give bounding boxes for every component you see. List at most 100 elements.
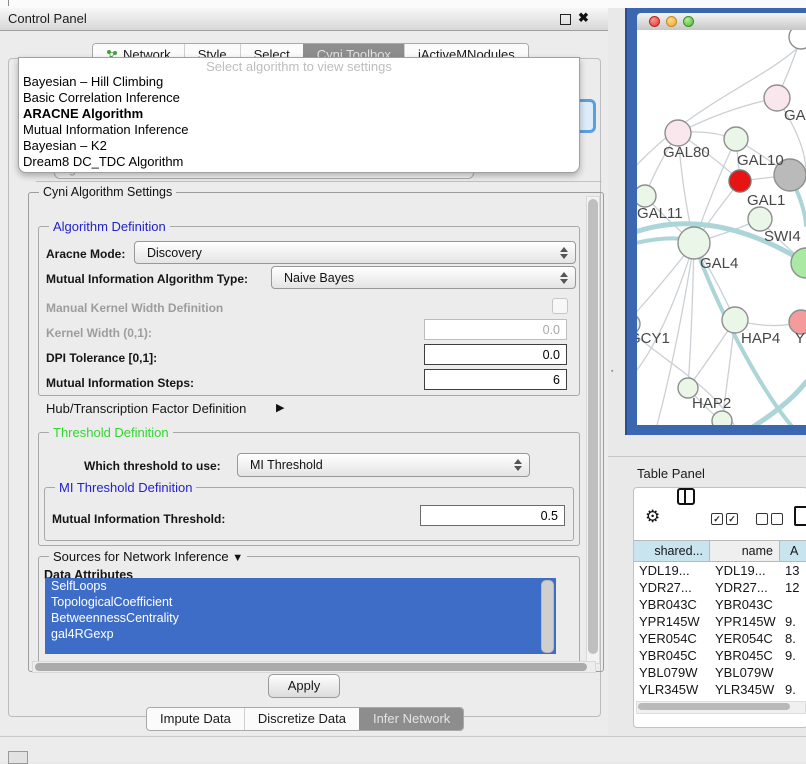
file-icon[interactable] <box>794 506 806 526</box>
network-window-titlebar[interactable] <box>637 13 806 31</box>
mi-type-combo[interactable]: Naive Bayes <box>271 266 576 289</box>
close-icon[interactable]: ✖ <box>578 10 589 26</box>
column-header-partial[interactable]: A <box>780 541 806 561</box>
algorithm-option[interactable]: Mutual Information Inference <box>19 122 579 138</box>
unchecked-box-icon[interactable] <box>756 513 768 525</box>
node-gal10[interactable] <box>724 127 748 151</box>
attribute-item[interactable]: SelfLoops <box>45 578 556 594</box>
cell: YDR27... <box>710 579 780 596</box>
hub-section-label[interactable]: Hub/Transcription Factor Definition <box>46 401 246 416</box>
kernel-width-field[interactable]: 0.0 <box>424 319 567 340</box>
node-label: GCY1 <box>637 330 670 347</box>
scrollbar-thumb[interactable] <box>588 199 598 654</box>
mi-steps-field[interactable]: 6 <box>424 369 567 390</box>
table-row[interactable]: YBR043CYBR043C <box>634 596 806 613</box>
node-gal11[interactable] <box>637 185 656 207</box>
tab-impute-data[interactable]: Impute Data <box>147 708 244 730</box>
network-view[interactable]: GAL GAL80 GAL10 GAL1 GAL11 SWI4 GAL4 GCY… <box>637 30 806 425</box>
table-row[interactable]: YER054CYER054C8. <box>634 630 806 647</box>
minimize-traffic-light-icon[interactable] <box>666 16 677 27</box>
cell: YLR345W <box>634 681 710 698</box>
node-label: GAL1 <box>747 192 785 209</box>
columns-icon[interactable] <box>677 488 695 505</box>
cell: YDL19... <box>710 562 780 579</box>
sources-title-text: Sources for Network Inference <box>53 549 229 564</box>
checked-box-icon[interactable]: ✓ <box>726 513 738 525</box>
mi-steps-label: Mutual Information Steps: <box>46 376 194 390</box>
collapse-down-icon[interactable]: ▼ <box>232 552 243 564</box>
stepper-arrows-icon <box>514 458 523 472</box>
cell: YPR145W <box>710 613 780 630</box>
mi-type-value: Naive Bayes <box>284 271 354 285</box>
table-row[interactable]: YIL052CYIL052C0. <box>634 698 806 700</box>
node-label: Y <box>795 330 805 347</box>
attribute-item[interactable]: gal4RGexp <box>45 626 556 642</box>
algorithm-option-selected[interactable]: ARACNE Algorithm <box>19 106 579 122</box>
algorithm-option[interactable]: Bayesian – K2 <box>19 138 579 154</box>
cell: YBL079W <box>634 664 710 681</box>
dpi-tolerance-field[interactable]: 0.0 <box>424 344 567 365</box>
cell: YPR145W <box>634 613 710 630</box>
manual-kernel-checkbox[interactable] <box>552 298 568 314</box>
bottom-strip <box>0 737 806 762</box>
close-traffic-light-icon[interactable] <box>649 16 660 27</box>
cell <box>780 664 806 681</box>
settings-vertical-scrollbar[interactable] <box>586 196 600 664</box>
column-header-name[interactable]: name <box>710 541 780 561</box>
table-row[interactable]: YLR345WYLR345W9. <box>634 681 806 698</box>
stepper-arrows-icon <box>560 246 569 260</box>
table-row[interactable]: YDL19...YDL19...13 <box>634 562 806 579</box>
stepper-arrows-icon <box>560 271 569 285</box>
cell: YIL052C <box>710 698 780 700</box>
splitter-handle[interactable]: ▪ <box>611 368 615 375</box>
tab-impute-data-label: Impute Data <box>160 708 231 730</box>
column-header-shared-name[interactable]: shared... <box>634 541 710 561</box>
table-row[interactable]: YBL079WYBL079W <box>634 664 806 681</box>
algorithm-option[interactable]: Basic Correlation Inference <box>19 90 579 106</box>
top-tick <box>8 0 9 6</box>
unchecked-box-icon[interactable] <box>771 513 783 525</box>
algorithm-option[interactable]: Dream8 DC_TDC Algorithm <box>19 154 579 170</box>
float-window-icon[interactable] <box>560 14 571 25</box>
node-gal1[interactable] <box>729 170 751 192</box>
table-body: YDL19...YDL19...13 YDR27...YDR27...12 YB… <box>634 562 806 700</box>
table-row[interactable]: YBR045CYBR045C9. <box>634 647 806 664</box>
tab-infer-network[interactable]: Infer Network <box>359 708 463 730</box>
tab-discretize-data[interactable]: Discretize Data <box>244 708 359 730</box>
cell: 9. <box>780 613 806 630</box>
node-bottom[interactable] <box>712 411 732 425</box>
scrollbar-thumb[interactable] <box>35 663 587 671</box>
table-row[interactable]: YDR27...YDR27...12 <box>634 579 806 596</box>
mi-type-label: Mutual Information Algorithm Type: <box>46 272 248 286</box>
aracne-mode-combo[interactable]: Discovery <box>134 241 576 264</box>
algorithm-option[interactable]: Bayesian – Hill Climbing <box>19 74 579 90</box>
aracne-mode-value: Discovery <box>147 246 202 260</box>
node-unlabeled[interactable] <box>789 30 806 49</box>
expand-right-icon[interactable]: ▶ <box>276 401 284 414</box>
columns-icon-divider <box>684 490 686 503</box>
which-threshold-combo[interactable]: MI Threshold <box>237 453 530 477</box>
cell: YER054C <box>634 630 710 647</box>
scrollbar-thumb[interactable] <box>638 703 790 710</box>
table-row[interactable]: YPR145WYPR145W9. <box>634 613 806 630</box>
attribute-item[interactable]: BetweennessCentrality <box>45 610 556 626</box>
partial-button[interactable] <box>8 751 28 764</box>
mi-threshold-field[interactable]: 0.5 <box>420 505 565 526</box>
table-horizontal-scrollbar[interactable] <box>636 701 806 714</box>
cell: YBR043C <box>634 596 710 613</box>
attribute-item[interactable]: TopologicalCoefficient <box>45 594 556 610</box>
sources-group-title: Sources for Network Inference ▼ <box>49 549 247 564</box>
node-label: GAL10 <box>737 152 784 169</box>
node-gal80[interactable] <box>665 120 691 146</box>
checked-box-icon[interactable]: ✓ <box>711 513 723 525</box>
zoom-traffic-light-icon[interactable] <box>683 16 694 27</box>
apply-button[interactable]: Apply <box>268 674 340 698</box>
attribute-list-scrollbar[interactable] <box>541 580 554 653</box>
gear-icon[interactable]: ⚙ <box>645 507 660 527</box>
node-label: GAL <box>784 107 806 124</box>
node-label: GAL80 <box>663 144 710 161</box>
table-panel-divider <box>608 456 806 457</box>
settings-horizontal-scrollbar[interactable] <box>32 661 596 673</box>
aracne-mode-label: Aracne Mode: <box>46 247 125 261</box>
node-label: GAL11 <box>637 205 683 222</box>
